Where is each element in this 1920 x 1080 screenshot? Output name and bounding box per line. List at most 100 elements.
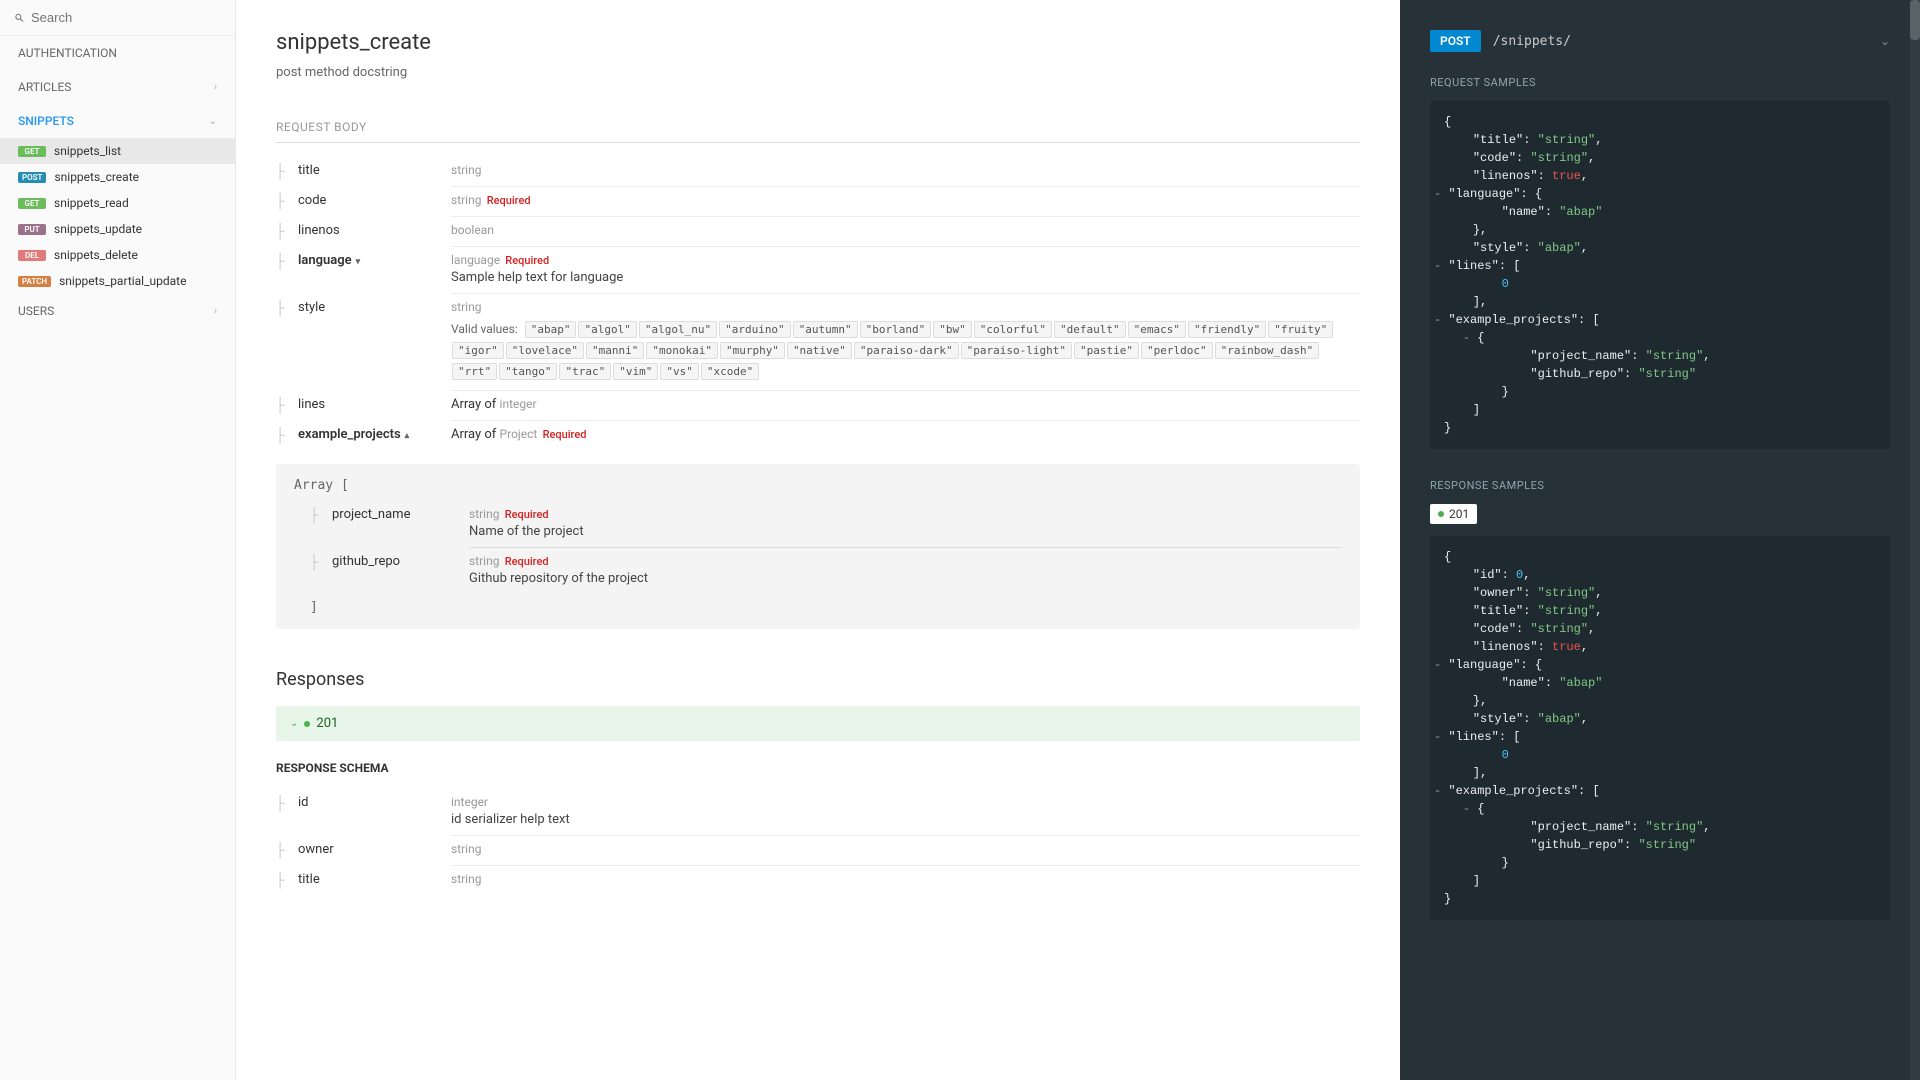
required-badge: Required [505,555,549,568]
param-type: string [451,842,481,856]
nested-schema-box: Array [ ├ project_name string RequiredNa… [276,464,1360,629]
sidebar-item-snippets_read[interactable]: GETsnippets_read [0,190,235,216]
chevron-down-icon: ⌄ [290,718,298,729]
nav-section-label: SNIPPETS [18,114,74,128]
valid-value-chip: "perldoc" [1141,342,1213,359]
chevron-down-icon: ⌄ [209,116,217,127]
param-name: project_name [332,507,410,522]
nav-section-users[interactable]: USERS › [0,294,235,328]
param-type: string [451,872,481,886]
search-icon [14,12,25,24]
request-samples-title: REQUEST SAMPLES [1430,76,1890,89]
scrollbar-thumb[interactable] [1910,0,1920,40]
valid-value-chip: "rrt" [452,363,497,380]
response-sample-code: { "id": 0, "owner": "string", "title": "… [1430,536,1890,920]
valid-value-chip: "murphy" [720,342,785,359]
param-type-prefix: Array of [451,397,500,412]
valid-value-chip: "default" [1054,321,1126,338]
param-type: string [451,163,481,177]
tree-line-icon: ├ [310,509,322,523]
param-name: title [298,872,320,887]
param-type: boolean [451,223,494,237]
method-badge: GET [18,146,46,157]
sidebar-item-snippets_delete[interactable]: DELsnippets_delete [0,242,235,268]
status-dot-icon [1438,511,1444,517]
valid-value-chip: "arduino" [719,321,791,338]
sidebar-item-snippets_create[interactable]: POSTsnippets_create [0,164,235,190]
nav-item-label: snippets_list [54,144,121,158]
tree-line-icon: ├ [276,195,288,209]
param-type: integer [500,397,537,411]
caret-down-icon: ▾ [356,257,361,267]
tree-line-icon: ├ [276,399,288,413]
valid-value-chip: "manni" [586,342,644,359]
required-badge: Required [543,428,587,441]
method-badge: POST [1430,30,1481,52]
method-badge: POST [18,172,46,183]
param-type: string [469,554,499,568]
page-title: snippets_create [276,30,1360,55]
valid-value-chip: "monokai" [646,342,718,359]
valid-value-chip: "trac" [559,363,611,380]
response-code: 201 [316,716,338,731]
tree-line-icon: ├ [276,255,288,269]
responses-title: Responses [276,669,1360,690]
code-panel: POST /snippets/ ⌄ REQUEST SAMPLES { "tit… [1400,0,1920,1080]
param-type: Project [500,427,538,441]
valid-values-label: Valid values: [451,322,518,336]
param-type: language [451,253,500,267]
nav-section-articles[interactable]: ARTICLES › [0,70,235,104]
param-name: github_repo [332,554,400,569]
param-help: Github repository of the project [469,571,1342,586]
param-type: string [451,193,481,207]
tree-line-icon: ├ [276,797,288,811]
chevron-down-icon: ⌄ [1880,34,1890,48]
nav-section-snippets[interactable]: SNIPPETS ⌄ [0,104,235,138]
valid-value-chip: "friendly" [1188,321,1266,338]
tree-line-icon: ├ [310,556,322,570]
valid-value-chip: "pastie" [1074,342,1139,359]
chevron-right-icon: › [214,306,217,317]
nav-section-label: AUTHENTICATION [18,46,117,60]
valid-value-chip: "paraiso-light" [961,342,1072,359]
scrollbar-track [1910,0,1920,1080]
tree-line-icon: ├ [276,874,288,888]
nav-item-label: snippets_delete [54,248,138,262]
param-name: lines [298,397,325,412]
valid-value-chip: "vs" [660,363,699,380]
status-chip[interactable]: 201 [1430,504,1477,524]
api-header[interactable]: POST /snippets/ ⌄ [1430,30,1890,52]
param-type-prefix: Array of [451,427,500,442]
tree-line-icon: ├ [276,225,288,239]
sidebar-item-snippets_partial_update[interactable]: PATCHsnippets_partial_update [0,268,235,294]
valid-value-chip: "igor" [452,342,504,359]
valid-value-chip: "xcode" [701,363,759,380]
nav-section-label: USERS [18,304,54,318]
valid-value-chip: "vim" [613,363,658,380]
sidebar-item-snippets_update[interactable]: PUTsnippets_update [0,216,235,242]
response-header[interactable]: ⌄ 201 [276,706,1360,741]
param-name[interactable]: example_projects▴ [298,427,409,442]
tree-line-icon: ├ [276,302,288,316]
response-samples-title: RESPONSE SAMPLES [1430,479,1890,492]
param-name[interactable]: language▾ [298,253,360,268]
tree-line-icon: ├ [276,165,288,179]
status-code: 201 [1449,507,1469,521]
param-name: linenos [298,223,340,238]
valid-value-chip: "lovelace" [506,342,584,359]
valid-value-chip: "autumn" [793,321,858,338]
method-badge: PUT [18,224,46,235]
response-schema-title: RESPONSE SCHEMA [276,761,1360,775]
search-box [0,0,235,36]
tree-line-icon: ├ [276,429,288,443]
search-input[interactable] [31,10,221,25]
status-dot-icon [304,721,310,727]
param-type: string [451,300,481,314]
param-name: owner [298,842,334,857]
sidebar-item-snippets_list[interactable]: GET snippets_list [0,138,235,164]
method-badge: PATCH [18,276,51,287]
nav-section-authentication[interactable]: AUTHENTICATION [0,36,235,70]
valid-value-chip: "algol_nu" [639,321,717,338]
chevron-right-icon: › [214,82,217,93]
param-type: string [469,507,499,521]
